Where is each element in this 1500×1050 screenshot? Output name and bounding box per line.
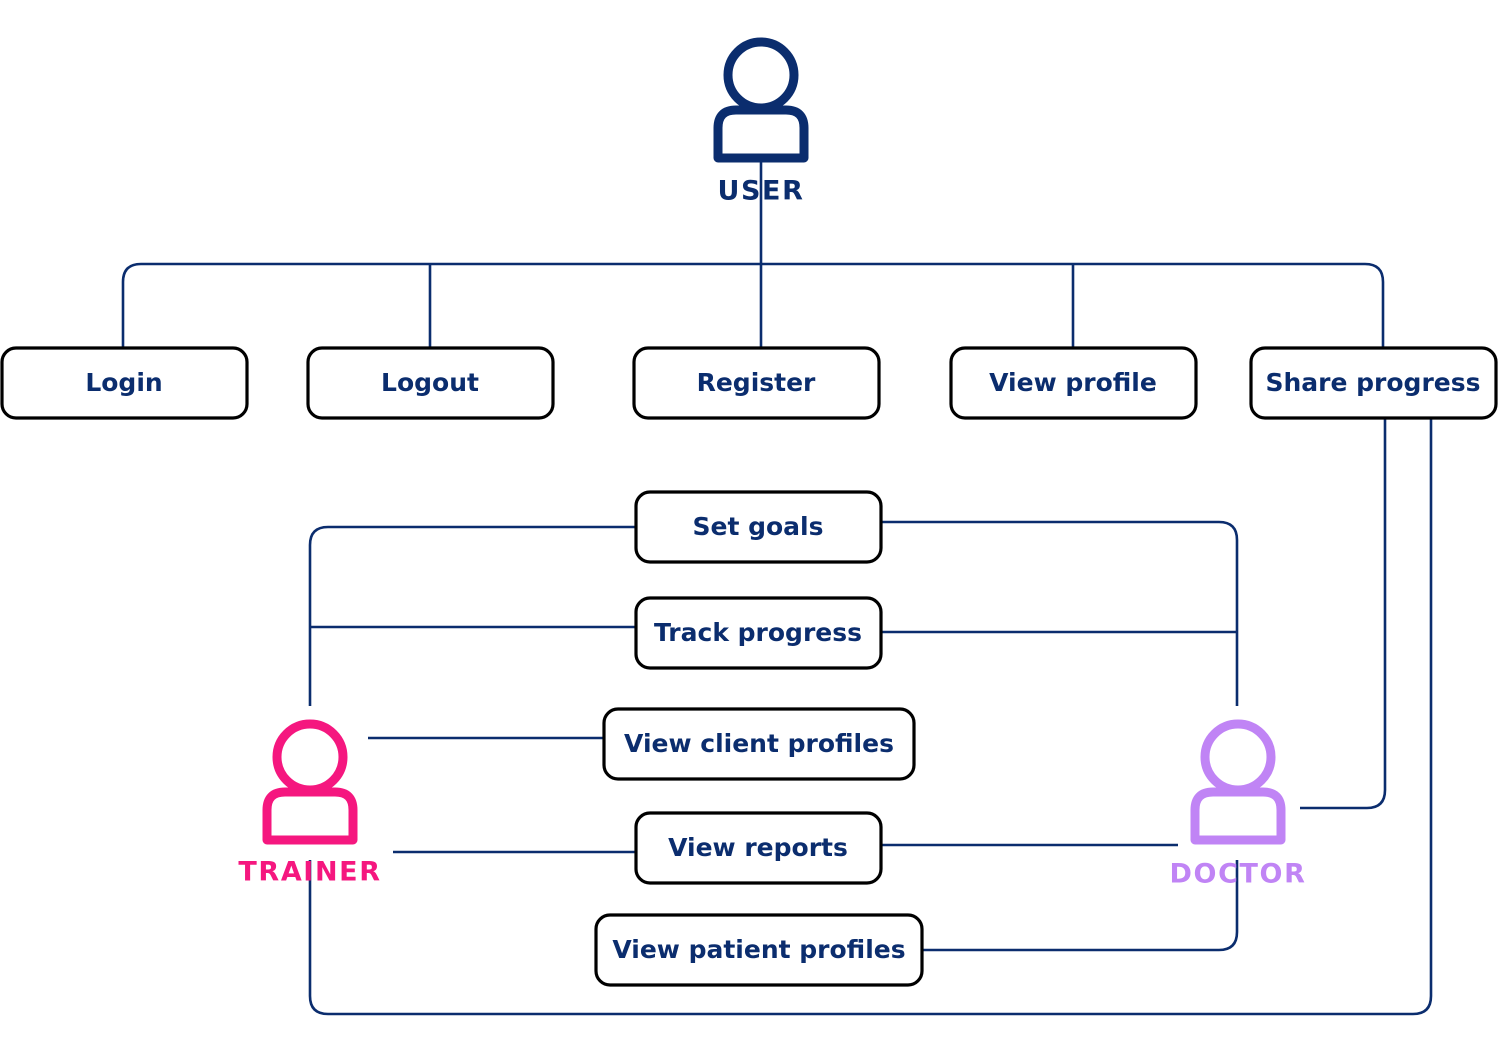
use-case-set-goals[interactable]: Set goals	[634, 490, 883, 564]
person-icon	[262, 719, 358, 845]
person-icon	[1190, 719, 1286, 845]
person-icon	[713, 37, 809, 163]
use-case-view-profile[interactable]: View profile	[949, 346, 1198, 420]
actor-label-user: USER	[717, 176, 804, 207]
use-case-label-view-patient-profiles: View patient profiles	[612, 935, 905, 964]
actor-trainer[interactable]: TRAINER	[238, 719, 381, 888]
use-case-label-track-progress: Track progress	[654, 618, 862, 647]
use-case-label-set-goals: Set goals	[692, 512, 823, 541]
actor-doctor[interactable]: DOCTOR	[1170, 719, 1307, 890]
use-case-logout[interactable]: Logout	[306, 346, 555, 420]
actor-user[interactable]: USER	[713, 37, 809, 207]
use-case-register[interactable]: Register	[632, 346, 881, 420]
use-case-label-view-reports: View reports	[668, 833, 848, 862]
use-case-view-patient-profiles[interactable]: View patient profiles	[594, 913, 924, 987]
use-case-diagram: USER TRAINER DOCTOR Login Logout Registe…	[0, 0, 1500, 1050]
use-case-label-view-client-profiles: View client profiles	[624, 729, 894, 758]
trainer-bus-upper	[308, 525, 636, 706]
use-case-label-view-profile: View profile	[989, 368, 1157, 397]
use-case-label-register: Register	[697, 368, 816, 397]
use-case-share-progress[interactable]: Share progress	[1249, 346, 1498, 420]
use-case-track-progress[interactable]: Track progress	[634, 596, 883, 670]
doctor-bus-upper	[881, 520, 1239, 706]
actor-label-trainer: TRAINER	[238, 857, 381, 888]
use-case-view-client-profiles[interactable]: View client profiles	[602, 707, 916, 781]
use-case-login[interactable]: Login	[0, 346, 249, 420]
diagram-canvas: USER TRAINER DOCTOR Login Logout Registe…	[0, 37, 1498, 1016]
use-case-label-share-progress: Share progress	[1265, 368, 1480, 397]
user-bus	[121, 262, 1385, 348]
use-case-label-login: Login	[85, 368, 162, 397]
use-case-view-reports[interactable]: View reports	[634, 811, 883, 885]
actor-label-doctor: DOCTOR	[1170, 859, 1307, 890]
use-case-label-logout: Logout	[381, 368, 479, 397]
share-progress-to-doctor	[1300, 418, 1387, 810]
